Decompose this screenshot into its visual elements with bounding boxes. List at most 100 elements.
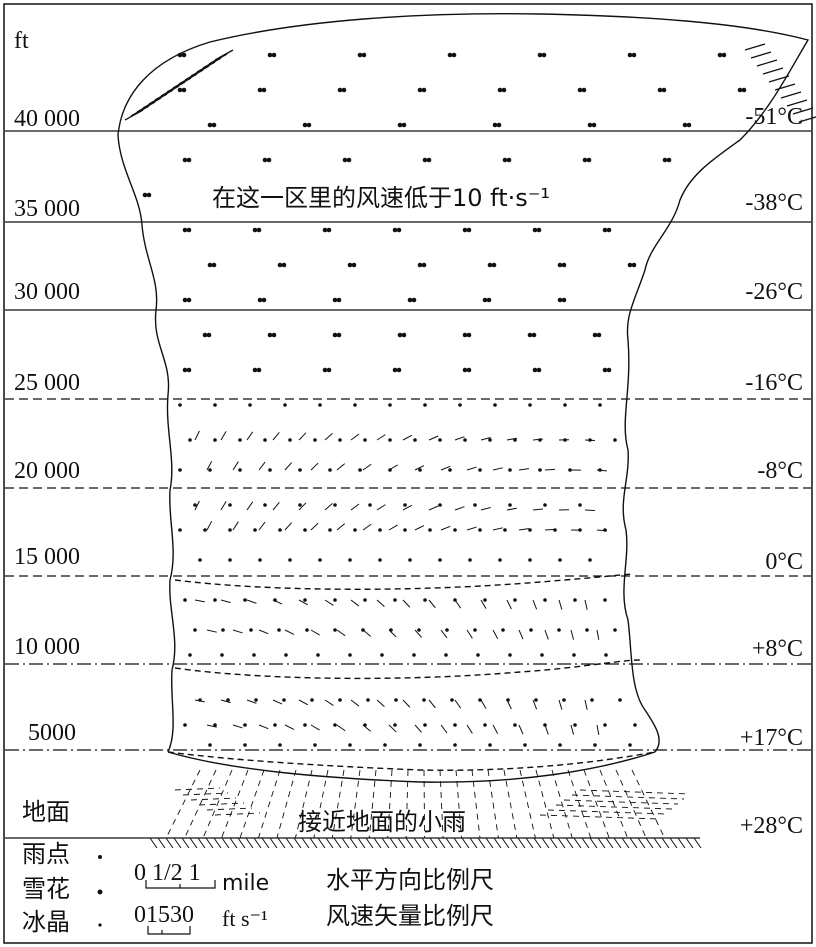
rain-dot <box>213 403 217 407</box>
rain-dot <box>603 723 607 727</box>
wind-vector <box>258 629 269 635</box>
wind-vector <box>324 432 333 441</box>
snow-dot <box>206 332 212 338</box>
snow-dot <box>411 297 417 303</box>
wind-vector <box>362 724 372 732</box>
wind-vector <box>466 466 477 471</box>
ground-hatch-stroke <box>621 837 630 849</box>
rain-dot <box>178 403 182 407</box>
rain-dot <box>562 698 566 702</box>
rain-dot <box>178 528 182 532</box>
rain-dot <box>283 403 287 407</box>
ground-hatch-stroke <box>213 837 222 849</box>
rain-dot <box>445 628 449 632</box>
ground-hatch-stroke <box>389 837 398 849</box>
precipitation-particles <box>142 52 747 747</box>
wind-scale-unit: ft s⁻¹ <box>222 906 268 931</box>
ground-hatch-stroke <box>341 837 350 849</box>
wind-vector <box>194 599 205 603</box>
altitude-label: 30 000 <box>14 279 80 305</box>
wind-vector <box>454 599 462 609</box>
rain-dot <box>453 528 457 532</box>
altitude-label: 15 000 <box>14 544 80 570</box>
snow-dot <box>177 52 183 58</box>
outflow-arrow <box>563 799 679 805</box>
rain-dot <box>394 698 398 702</box>
rain-dot <box>363 438 367 442</box>
snow-dot <box>407 297 413 303</box>
rain-dot <box>378 528 382 532</box>
rain-dot <box>303 598 307 602</box>
wind-vector <box>544 629 549 640</box>
cloud-outline <box>117 13 810 783</box>
ground-hatch-stroke <box>317 837 326 849</box>
outflow-arrow <box>539 814 661 820</box>
wind-vector <box>336 463 346 471</box>
wind-vector <box>584 509 596 512</box>
rain-dot <box>508 468 512 472</box>
rain-dot <box>444 653 448 657</box>
rain-dot <box>221 628 225 632</box>
rain-dot <box>478 528 482 532</box>
wind-vector <box>232 521 239 531</box>
rain-dot <box>298 468 302 472</box>
ground-hatch-stroke <box>277 837 286 849</box>
rain-dot <box>528 558 532 562</box>
snow-dot <box>326 227 332 233</box>
ground-hatch-stroke <box>445 837 454 849</box>
snow-dot <box>322 227 328 233</box>
ground-hatch-stroke <box>557 837 566 849</box>
snow-dot <box>336 332 342 338</box>
ground-hatch-stroke <box>677 837 686 849</box>
ground-hatch-stroke <box>165 837 174 849</box>
wind-vectors <box>194 430 608 735</box>
ground-label: 地面 <box>22 798 70 826</box>
wind-vector <box>414 724 423 733</box>
wind-vector <box>544 468 556 471</box>
snow-dot <box>496 122 502 128</box>
snow-dot <box>631 52 637 58</box>
outflow-arrow <box>571 794 685 800</box>
wind-speed-scale: 01530 ft s⁻¹ 风速矢量比例尺 <box>134 902 494 935</box>
rain-dot <box>412 653 416 657</box>
wind-vector <box>220 431 227 441</box>
snow-dot <box>482 297 488 303</box>
legend-ice-crystal-label: 冰晶 <box>22 908 70 936</box>
snow-dot <box>392 367 398 373</box>
wind-vector <box>492 724 499 735</box>
wind-vector <box>544 724 549 735</box>
snow-dot <box>252 367 258 373</box>
rain-dot <box>473 628 477 632</box>
rain-dot <box>353 403 357 407</box>
wind-scale-caption: 风速矢量比例尺 <box>326 902 494 930</box>
cloud-base <box>167 751 656 783</box>
snow-dot <box>487 262 493 268</box>
ground-hatch-stroke <box>333 837 342 849</box>
altitude-label: 5000 <box>28 720 76 746</box>
rain-streak <box>165 769 201 839</box>
snow-dot <box>322 367 328 373</box>
wind-vector <box>584 599 588 610</box>
ground-hatch-stroke <box>253 837 262 849</box>
snow-dot <box>466 227 472 233</box>
snow-dot <box>332 332 338 338</box>
wind-vector <box>272 431 280 441</box>
axis-unit-label: ft <box>14 28 29 54</box>
wind-vector <box>376 599 385 608</box>
rain-dot <box>353 528 357 532</box>
rain-dot <box>238 468 242 472</box>
rain-dot <box>263 438 267 442</box>
ground-hatch-stroke <box>285 837 294 849</box>
rain-dot <box>423 403 427 407</box>
wind-vector <box>310 522 319 531</box>
temperature-label: +28°C <box>740 813 803 839</box>
snow-dot <box>142 192 148 198</box>
rain-dot <box>273 723 277 727</box>
ground-hatch-stroke <box>365 837 374 849</box>
rain-dot <box>288 558 292 562</box>
ground-hatch-stroke <box>693 837 702 849</box>
rain-dot <box>282 698 286 702</box>
snow-dot <box>186 227 192 233</box>
rain-dot <box>243 598 247 602</box>
rain-dot <box>268 468 272 472</box>
